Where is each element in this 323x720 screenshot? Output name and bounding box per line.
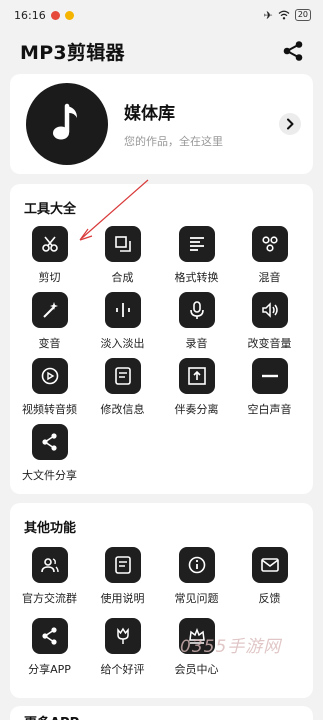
tool-merge[interactable]: 合成 (85, 226, 160, 285)
tool-label: 给个好评 (100, 663, 145, 676)
tool-share[interactable]: 分享APP (12, 618, 87, 677)
tool-silence[interactable]: 空白声音 (232, 358, 307, 417)
volume-icon (251, 292, 288, 328)
edit-info-icon (104, 358, 141, 394)
share-icon (31, 618, 68, 654)
tool-share[interactable]: 大文件分享 (12, 424, 87, 483)
media-library-subtitle: 您的作品，全在这里 (124, 135, 223, 148)
media-library-card[interactable]: 媒体库 您的作品，全在这里 (10, 74, 313, 174)
tool-volume[interactable]: 改变音量 (232, 292, 307, 351)
tool-separate[interactable]: 伴奏分离 (159, 358, 234, 417)
app-header: MP3剪辑器 (0, 30, 323, 72)
magic-wand-icon (31, 292, 68, 328)
format-convert-icon (178, 226, 215, 262)
tool-label: 变音 (38, 337, 61, 350)
tool-mix[interactable]: 混音 (232, 226, 307, 285)
tool-label: 混音 (258, 271, 281, 284)
tool-label: 常见问题 (174, 592, 219, 605)
tool-microphone[interactable]: 录音 (159, 292, 234, 351)
watermark: 0355手游网 (180, 637, 282, 657)
media-library-title: 媒体库 (124, 104, 175, 124)
separate-icon (178, 358, 215, 394)
mail-icon (251, 547, 288, 583)
tool-edit-info[interactable]: 修改信息 (85, 358, 160, 417)
tool-label: 合成 (111, 271, 134, 284)
share-icon (283, 41, 303, 61)
app-notification-icon (50, 10, 60, 20)
tool-label: 格式转换 (174, 271, 219, 284)
tool-label: 修改信息 (100, 403, 145, 416)
tools-section: 工具大全 剪切 合成 格式转换 混音变音 淡入淡出 录音 改变音量视频转音频 修改信息 伴奏分离… (10, 184, 313, 494)
mix-icon (251, 226, 288, 262)
tool-magic-wand[interactable]: 变音 (12, 292, 87, 351)
share-button[interactable] (279, 37, 307, 65)
tool-label: 剪切 (38, 271, 61, 284)
tool-label: 录音 (185, 337, 208, 350)
tools-section-title: 工具大全 (24, 202, 77, 217)
video-to-audio-icon (31, 358, 68, 394)
tool-format-convert[interactable]: 格式转换 (159, 226, 234, 285)
tool-label: 会员中心 (174, 663, 219, 676)
media-library-open-button[interactable] (279, 113, 301, 135)
other-section-title: 其他功能 (24, 521, 77, 536)
tool-info[interactable]: 常见问题 (159, 547, 234, 606)
info-icon (178, 547, 215, 583)
app-notification-icon-2 (64, 10, 74, 20)
manual-icon (104, 547, 141, 583)
tool-label: 官方交流群 (22, 592, 77, 605)
tool-mail[interactable]: 反馈 (232, 547, 307, 606)
tool-tulip[interactable]: 给个好评 (85, 618, 160, 677)
tool-fade[interactable]: 淡入淡出 (85, 292, 160, 351)
other-functions-section: 其他功能 官方交流群 使用说明 常见问题 反馈分享APP 给个好评 会员中心 (10, 503, 313, 698)
tool-label: 大文件分享 (22, 469, 77, 482)
tool-manual[interactable]: 使用说明 (85, 547, 160, 606)
status-bar: 16:16 ✈ 20 (0, 0, 323, 30)
tool-group[interactable]: 官方交流群 (12, 547, 87, 606)
silence-icon (251, 358, 288, 394)
more-apps-section: 更多APP (10, 706, 313, 720)
tulip-icon (104, 618, 141, 654)
tool-label: 反馈 (258, 592, 281, 605)
merge-icon (104, 226, 141, 262)
fade-icon (104, 292, 141, 328)
wifi-icon (278, 10, 290, 20)
microphone-icon (178, 292, 215, 328)
share-icon (31, 424, 68, 460)
group-icon (31, 547, 68, 583)
tool-label: 视频转音频 (22, 403, 77, 416)
scissors-icon (31, 226, 68, 262)
tool-video-to-audio[interactable]: 视频转音频 (12, 358, 87, 417)
tool-scissors[interactable]: 剪切 (12, 226, 87, 285)
tool-label: 使用说明 (100, 592, 145, 605)
tool-label: 空白声音 (247, 403, 292, 416)
app-title: MP3剪辑器 (20, 41, 125, 64)
music-note-icon (26, 83, 108, 165)
status-time: 16:16 (14, 8, 46, 22)
more-section-title: 更多APP (24, 712, 79, 720)
tool-label: 淡入淡出 (100, 337, 145, 350)
chevron-right-icon (287, 118, 294, 130)
tool-label: 伴奏分离 (174, 403, 219, 416)
tool-label: 分享APP (28, 663, 71, 676)
airplane-icon: ✈ (263, 8, 273, 22)
battery-icon: 20 (294, 9, 311, 21)
tool-label: 改变音量 (247, 337, 292, 350)
